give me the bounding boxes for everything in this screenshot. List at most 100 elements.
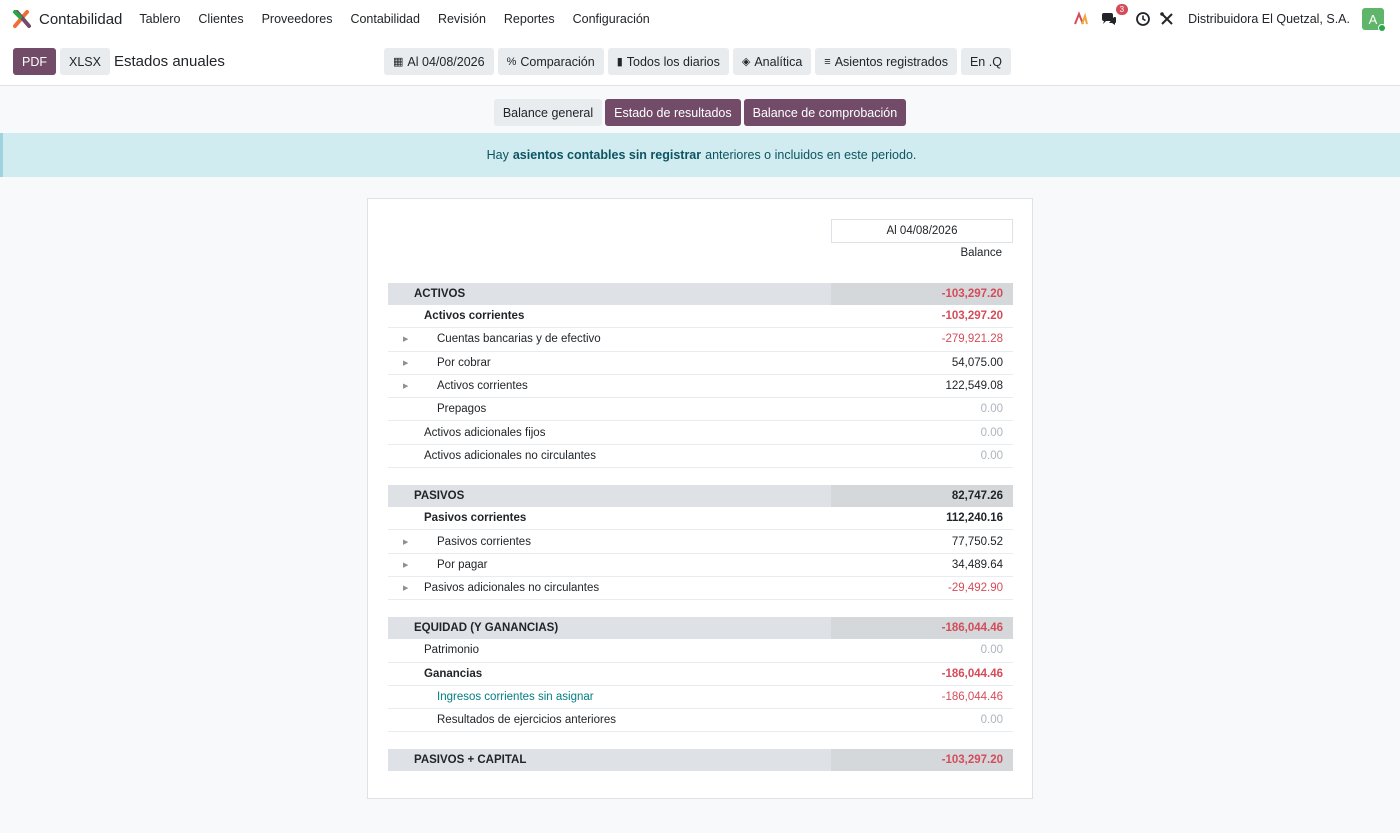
report-line-row[interactable]: ▶ Cuentas bancarias y de efectivo -279,921… bbox=[388, 328, 1013, 352]
report-line-row: Ganancias -186,044.46 bbox=[388, 663, 1013, 686]
expand-caret-icon[interactable]: ▶ bbox=[403, 359, 408, 367]
report-line-row[interactable]: ▶ Pasivos adicionales no circulantes -29,4… bbox=[388, 577, 1013, 601]
amount-cell[interactable]: -103,297.20 bbox=[831, 305, 1013, 327]
amount-value: -186,044.46 bbox=[941, 667, 1003, 680]
filter-label: Todos los diarios bbox=[626, 54, 720, 69]
filter-calendar-button[interactable]: ▦ Al 04/08/2026 bbox=[384, 48, 494, 75]
filter-label: En .Q bbox=[969, 54, 1002, 69]
expand-caret-icon[interactable]: ▶ bbox=[403, 584, 408, 592]
amount-value: 54,075.00 bbox=[951, 356, 1003, 369]
filter-layers-button[interactable]: ◈ Analítica bbox=[732, 48, 812, 75]
account-label: PASIVOS + CAPITAL bbox=[414, 754, 527, 767]
amount-cell[interactable]: 0.00 bbox=[831, 445, 1013, 467]
amount-cell[interactable]: 82,747.26 bbox=[831, 485, 1013, 508]
amount-cell[interactable]: -103,297.20 bbox=[831, 283, 1013, 305]
amount-cell[interactable]: 77,750.52 bbox=[831, 530, 1013, 552]
amount-cell[interactable]: -279,921.28 bbox=[831, 328, 1013, 350]
report-section-row: PASIVOS + CAPITAL -103,297.20 bbox=[388, 749, 1013, 772]
alert-suffix: anteriores o incluidos en este periodo. bbox=[705, 148, 917, 162]
amount-cell[interactable]: -103,297.20 bbox=[831, 749, 1013, 772]
expand-caret-icon[interactable]: ▶ bbox=[403, 561, 408, 569]
account-label: Resultados de ejercicios anteriores bbox=[437, 714, 616, 727]
unposted-entries-link[interactable]: asientos contables sin registrar bbox=[513, 148, 701, 162]
expand-caret-icon[interactable]: ▶ bbox=[403, 382, 408, 390]
report-line-row[interactable]: ▶ Por pagar 34,489.64 bbox=[388, 554, 1013, 577]
account-label: Prepagos bbox=[437, 403, 487, 416]
menu-item-proveedores[interactable]: Proveedores bbox=[262, 12, 333, 26]
report-line-row[interactable]: ▶ Activos corrientes 122,549.08 bbox=[388, 375, 1013, 399]
amount-cell[interactable]: 0.00 bbox=[831, 639, 1013, 661]
menu-item-clientes[interactable]: Clientes bbox=[198, 12, 243, 26]
avatar-initial: A bbox=[1368, 11, 1378, 27]
amount-value: -103,297.20 bbox=[941, 754, 1003, 767]
user-avatar[interactable]: A bbox=[1362, 8, 1386, 32]
clock-icon[interactable] bbox=[1134, 10, 1152, 28]
account-label: Por pagar bbox=[437, 558, 488, 571]
menu-item-reportes[interactable]: Reportes bbox=[504, 12, 555, 26]
ai-icon[interactable] bbox=[1072, 10, 1090, 28]
expand-caret-icon[interactable]: ▶ bbox=[403, 538, 408, 546]
amount-value: -103,297.20 bbox=[941, 288, 1003, 300]
filter-currency-button[interactable]: En .Q bbox=[960, 48, 1011, 75]
unposted-entries-alert: Hay asientos contables sin registrar ant… bbox=[0, 133, 1400, 177]
amount-cell[interactable]: -186,044.46 bbox=[831, 663, 1013, 685]
amount-cell[interactable]: -186,044.46 bbox=[831, 617, 1013, 640]
app-brand[interactable]: Contabilidad bbox=[12, 9, 122, 29]
top-navbar: Contabilidad Tablero Clientes Proveedores C… bbox=[0, 0, 1400, 38]
report-section-row: ACTIVOS -103,297.20 bbox=[388, 283, 1013, 305]
company-switcher[interactable]: Distribuidora El Quetzal, S.A. bbox=[1188, 12, 1350, 26]
report-sheet: Al 04/08/2026 Balance ACTIVOS -103,297.20… bbox=[367, 198, 1033, 799]
amount-cell[interactable]: 0.00 bbox=[831, 398, 1013, 420]
account-label: Activos corrientes bbox=[424, 310, 525, 323]
amount-cell[interactable]: 54,075.00 bbox=[831, 352, 1013, 374]
tools-icon[interactable] bbox=[1158, 10, 1176, 28]
amount-cell[interactable]: 122,549.08 bbox=[831, 375, 1013, 397]
control-panel: PDF XLSX Estados anuales ▦ Al 04/08/2026%… bbox=[0, 38, 1400, 86]
account-label: Ganancias bbox=[424, 667, 483, 680]
amount-cell[interactable]: 34,489.64 bbox=[831, 554, 1013, 576]
expand-caret-icon[interactable]: ▶ bbox=[403, 335, 408, 343]
systray: 3 Distribuidora El Quetzal, S.A. A bbox=[1066, 0, 1386, 38]
menu-item-contabilidad[interactable]: Contabilidad bbox=[350, 12, 420, 26]
filter-sliders-button[interactable]: ≡ Asientos registrados bbox=[815, 48, 957, 75]
report-line-row: Prepagos 0.00 bbox=[388, 398, 1013, 422]
menu-item-configuraci-n[interactable]: Configuración bbox=[573, 12, 650, 26]
report-filters: ▦ Al 04/08/2026% Comparación ▮ Todos los dia… bbox=[384, 48, 1015, 75]
book-icon: ▮ bbox=[616, 56, 623, 68]
report-section-row: PASIVOS 82,747.26 bbox=[388, 485, 1013, 508]
estado-resultados-button[interactable]: Estado de resultados bbox=[605, 99, 741, 126]
report-line-row: Activos adicionales fijos 0.00 bbox=[388, 421, 1013, 445]
amount-value: 34,489.64 bbox=[951, 558, 1003, 571]
pdf-button[interactable]: PDF bbox=[13, 48, 56, 75]
messages-count-badge: 3 bbox=[1115, 4, 1129, 15]
amount-cell[interactable]: 112,240.16 bbox=[831, 507, 1013, 529]
report-line-row[interactable]: ▶ Por cobrar 54,075.00 bbox=[388, 352, 1013, 375]
balance-comprobacion-button[interactable]: Balance de comprobación bbox=[743, 99, 907, 126]
xlsx-button[interactable]: XLSX bbox=[60, 48, 110, 75]
account-label: PASIVOS bbox=[414, 490, 465, 503]
amount-cell[interactable]: 0.00 bbox=[831, 709, 1013, 731]
amount-cell[interactable]: 0.00 bbox=[831, 421, 1013, 443]
column-date-header[interactable]: Al 04/08/2026 bbox=[831, 219, 1013, 243]
amount-value: 112,240.16 bbox=[946, 512, 1003, 525]
menu-item-revisi-n[interactable]: Revisión bbox=[438, 12, 486, 26]
amount-value: -29,492.90 bbox=[948, 582, 1003, 595]
amount-value: -186,044.46 bbox=[941, 691, 1003, 703]
amount-cell[interactable]: -29,492.90 bbox=[831, 577, 1013, 599]
filter-book-button[interactable]: ▮ Todos los diarios bbox=[607, 48, 729, 75]
account-label: Pasivos adicionales no circulantes bbox=[424, 582, 600, 595]
chat-icon[interactable]: 3 bbox=[1100, 4, 1129, 28]
menu-item-tablero[interactable]: Tablero bbox=[139, 12, 180, 26]
filter-percent-button[interactable]: % Comparación bbox=[497, 48, 604, 75]
report-line-row: Activos corrientes -103,297.20 bbox=[388, 305, 1013, 329]
amount-value: 0.00 bbox=[980, 644, 1003, 657]
amount-cell[interactable]: -186,044.46 bbox=[831, 686, 1013, 708]
sliders-icon: ≡ bbox=[824, 55, 831, 68]
report-line-row[interactable]: ▶ Pasivos corrientes 77,750.52 bbox=[388, 530, 1013, 554]
balance-general-button[interactable]: Balance general bbox=[493, 99, 603, 126]
alert-prefix: Hay bbox=[486, 148, 509, 162]
account-label[interactable]: Ingresos corrientes sin asignar bbox=[437, 691, 594, 703]
filter-label: Analítica bbox=[754, 54, 803, 69]
